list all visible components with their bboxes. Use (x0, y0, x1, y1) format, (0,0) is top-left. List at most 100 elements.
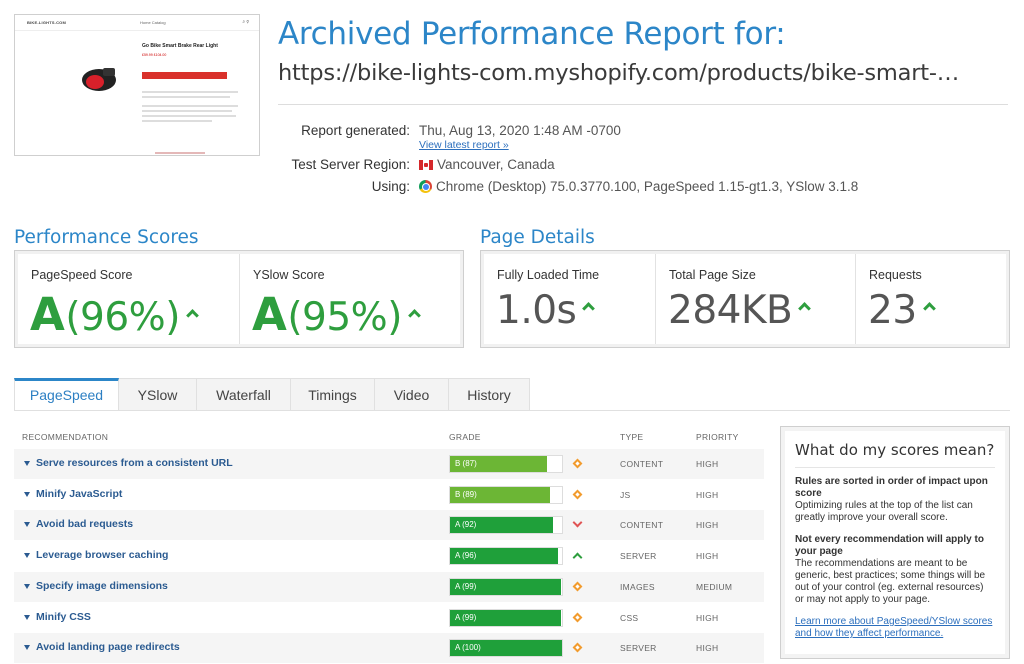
requests-value: 23 (868, 288, 936, 333)
grade-bar-fill: B (87) (450, 456, 547, 472)
tab-pagespeed[interactable]: PageSpeed (14, 378, 119, 411)
recommendation-priority: HIGH (696, 612, 719, 623)
thumb-text-line (142, 110, 232, 112)
impact-heading: Rules are sorted in order of impact upon… (795, 476, 988, 499)
recommendation-name[interactable]: Specify image dimensions (36, 580, 168, 592)
total-size-cell: Total Page Size 284KB (656, 254, 856, 344)
recommendation-type: JS (620, 489, 631, 500)
col-header-type: TYPE (620, 432, 644, 442)
pagespeed-score-label: PageSpeed Score (31, 268, 133, 282)
grade-bar: B (87) (449, 455, 563, 473)
table-row[interactable]: Minify JavaScript B (89) JS HIGH (14, 480, 764, 510)
recommendation-name[interactable]: Serve resources from a consistent URL (36, 457, 233, 469)
tab-waterfall[interactable]: Waterfall (197, 378, 291, 411)
recommendation-name[interactable]: Avoid landing page redirects (36, 641, 180, 653)
recommendation-type: SERVER (620, 643, 657, 654)
expand-triangle-icon[interactable] (24, 614, 30, 620)
grade-bar-fill: B (89) (450, 486, 550, 503)
expand-triangle-icon[interactable] (24, 461, 30, 466)
no-change-diamond-icon (572, 612, 584, 624)
no-change-diamond-icon (572, 489, 584, 501)
yslow-score-cell: YSlow Score A(95%) (240, 254, 460, 344)
recommendation-name[interactable]: Leverage browser caching (36, 549, 168, 561)
recommendation-name[interactable]: Minify JavaScript (36, 488, 122, 500)
grade-bar: A (100) (449, 639, 563, 658)
fully-loaded-cell: Fully Loaded Time 1.0s (484, 254, 656, 344)
canada-flag-icon (419, 160, 433, 170)
tab-yslow[interactable]: YSlow (119, 378, 197, 411)
using-label: Using: (371, 179, 410, 194)
yslow-score-label: YSlow Score (253, 268, 325, 282)
scores-explanation-title: What do my scores mean? (795, 441, 995, 468)
using-text: Chrome (Desktop) 75.0.3770.100, PageSpee… (436, 179, 859, 194)
fully-loaded-text: 1.0s (496, 288, 577, 333)
report-title: Archived Performance Report for: (278, 16, 786, 52)
grade-bar-fill: A (96) (450, 548, 558, 565)
recommendation-priority: HIGH (696, 643, 719, 654)
performance-scores-title: Performance Scores (14, 227, 199, 248)
no-change-diamond-icon (572, 642, 584, 654)
report-generated-value: Thu, Aug 13, 2020 1:48 AM -0700 (419, 123, 621, 138)
thumb-text-line (142, 115, 236, 117)
tab-history[interactable]: History (449, 378, 530, 411)
grade-bar: B (89) (449, 485, 563, 504)
report-tabs: PageSpeed YSlow Waterfall Timings Video … (14, 378, 530, 411)
table-row[interactable]: Avoid landing page redirects A (100) SERVE… (14, 633, 764, 664)
thumb-icons: ⌕ ⚲ (242, 19, 249, 25)
trend-up-icon (922, 302, 936, 315)
no-change-diamond-icon (572, 458, 584, 470)
page-screenshot-thumbnail: BIKE-LIGHTS.COM Home Catalog ⌕ ⚲ Go Bike… (14, 14, 260, 156)
no-change-diamond-icon (572, 581, 584, 593)
performance-scores-panel: PageSpeed Score A(96%) YSlow Score A(95%… (14, 250, 464, 348)
tab-video[interactable]: Video (375, 378, 449, 411)
server-region-text: Vancouver, Canada (437, 157, 555, 172)
pagespeed-percent: (96%) (65, 295, 180, 340)
recommendation-name[interactable]: Minify CSS (36, 611, 91, 623)
col-header-recommendation: RECOMMENDATION (22, 432, 109, 442)
expand-triangle-icon[interactable] (24, 645, 30, 651)
learn-more-link[interactable]: Learn more about PageSpeed/YSlow scores … (795, 616, 995, 640)
yslow-grade: A (252, 288, 287, 341)
bike-light-image (82, 68, 116, 91)
trend-up-icon (408, 309, 421, 322)
pagespeed-score-cell: PageSpeed Score A(96%) (18, 254, 240, 344)
expand-triangle-icon[interactable] (24, 583, 30, 589)
grade-bar-fill: A (99) (450, 578, 561, 595)
recommendation-priority: MEDIUM (696, 581, 733, 592)
fully-loaded-value: 1.0s (496, 288, 596, 333)
expand-triangle-icon[interactable] (24, 491, 30, 497)
col-header-priority: PRIORITY (696, 432, 739, 442)
grade-bar-fill: A (99) (450, 609, 561, 626)
view-latest-report-link[interactable]: View latest report » (419, 139, 509, 151)
pagespeed-grade: A (30, 288, 65, 341)
expand-triangle-icon[interactable] (24, 522, 30, 528)
recommendation-name[interactable]: Avoid bad requests (36, 518, 133, 530)
thumb-nav: Home Catalog (140, 20, 166, 25)
recommendation-type: CONTENT (620, 459, 664, 469)
expand-triangle-icon[interactable] (24, 553, 30, 559)
recommendation-priority: HIGH (696, 520, 719, 531)
page-details-title: Page Details (480, 227, 595, 248)
requests-label: Requests (869, 268, 922, 282)
fully-loaded-label: Fully Loaded Time (497, 268, 600, 282)
col-header-grade: GRADE (449, 432, 481, 442)
report-generated-label: Report generated: (301, 123, 410, 138)
trend-up-icon (572, 550, 584, 563)
grade-bar: A (99) (449, 608, 563, 627)
not-every-text: The recommendations are meant to be gene… (795, 558, 986, 605)
table-row[interactable]: Specify image dimensions A (99) IMAGES MEDI… (14, 571, 764, 602)
total-size-text: 284KB (668, 288, 793, 333)
recommendation-priority: HIGH (696, 459, 719, 469)
header-divider (278, 104, 1008, 105)
thumb-price: £59.99 £104.00 (142, 53, 167, 57)
table-row[interactable]: Serve resources from a consistent URL B (… (14, 449, 764, 479)
table-row[interactable]: Minify CSS A (99) CSS HIGH (14, 603, 764, 633)
tab-timings[interactable]: Timings (291, 378, 375, 411)
table-row[interactable]: Avoid bad requests A (92) CONTENT HIGH (14, 510, 764, 541)
grade-bar-fill: A (92) (450, 517, 553, 534)
table-row[interactable]: Leverage browser caching A (96) SERVER HIGH (14, 541, 764, 571)
scores-explanation-box: What do my scores mean? Rules are sorted… (780, 426, 1010, 659)
not-every-heading: Not every recommendation will apply to y… (795, 534, 984, 557)
trend-up-icon (798, 302, 812, 315)
grade-bar-fill: A (100) (450, 640, 562, 657)
